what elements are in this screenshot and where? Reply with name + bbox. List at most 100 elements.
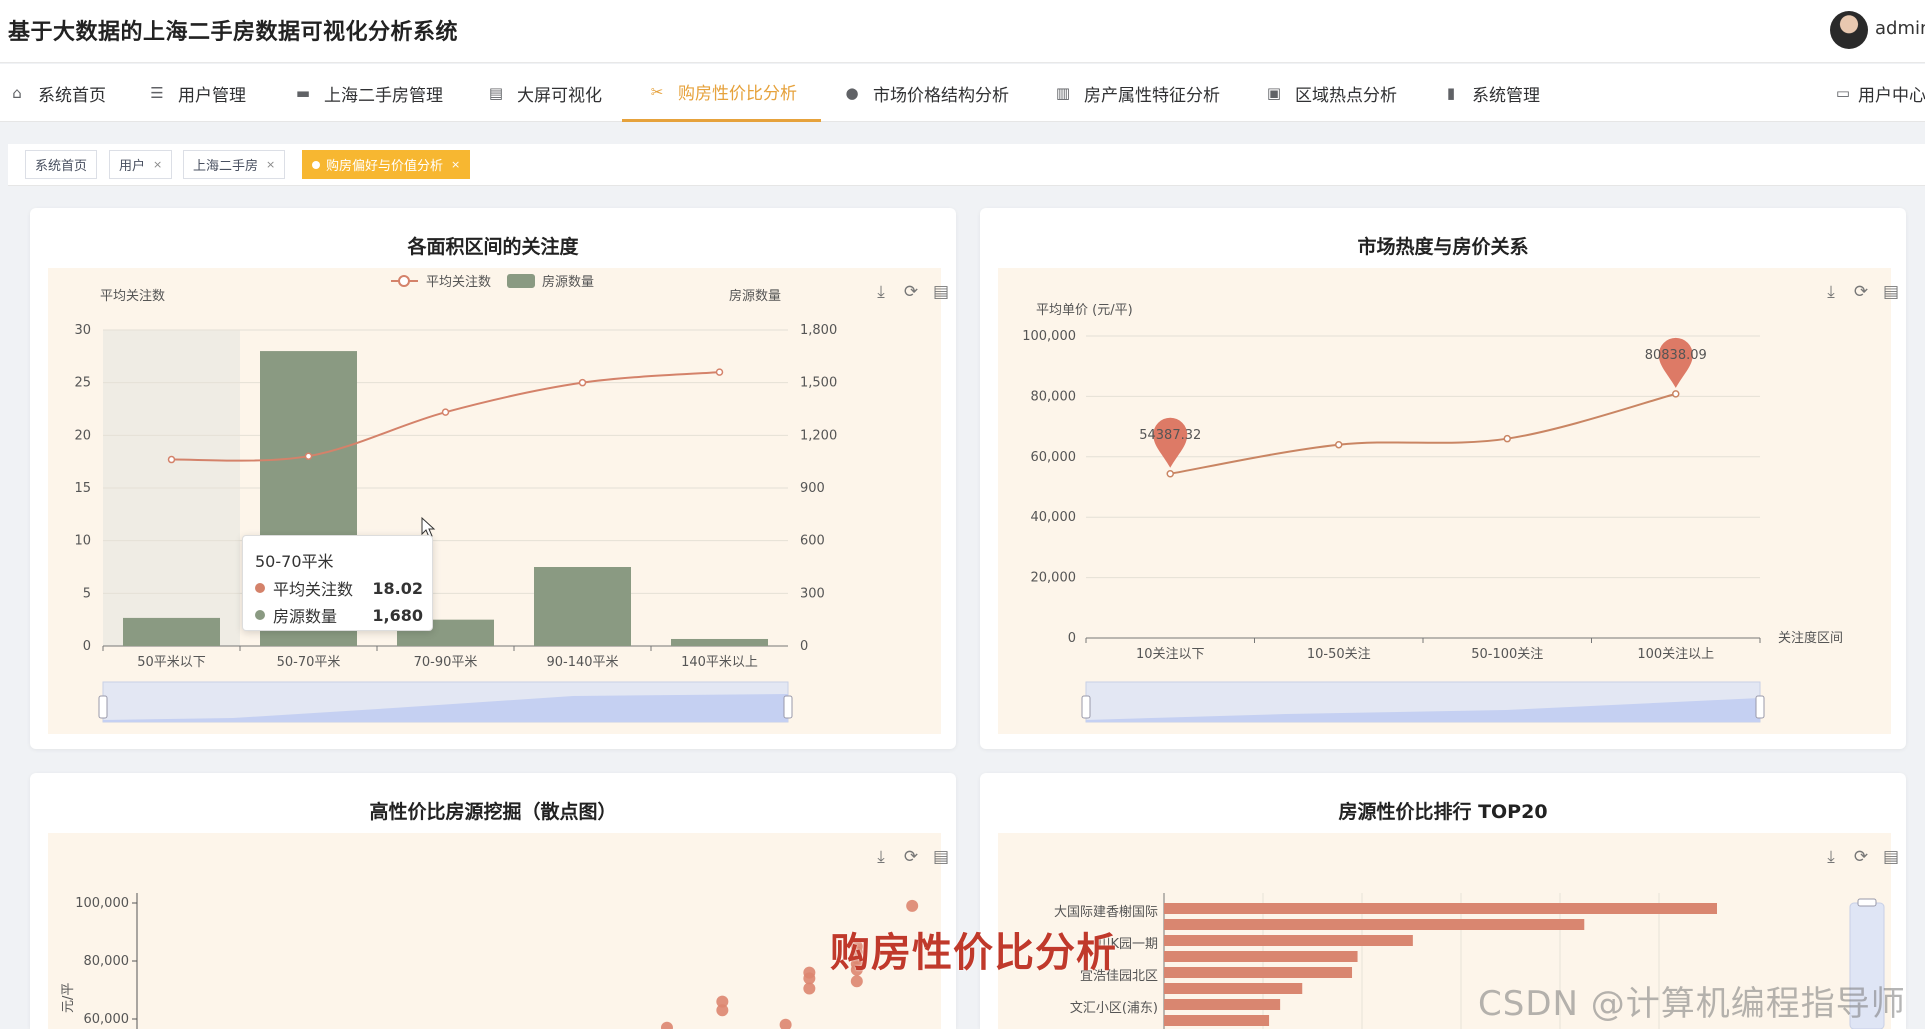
- lightbulb-icon: ●: [845, 84, 859, 102]
- mark-point-label: 54387.32: [1139, 428, 1201, 443]
- legend-bar-swatch: [507, 274, 535, 288]
- data-zoom-handle: [1081, 695, 1091, 719]
- nav-item-home[interactable]: ⌂ 系统首页: [8, 64, 106, 122]
- series-dot-icon: [255, 583, 265, 593]
- ticket-icon: ✂: [650, 82, 664, 101]
- y-left-tick-label: 25: [74, 376, 91, 391]
- chart-heat-price: ⤓ ⟳ ▤ 0 20,000 40,000 60,000 80,000 100,000 平均…: [998, 268, 1899, 734]
- nav-item-property-attributes[interactable]: ▥ 房产属性特征分析: [1054, 64, 1220, 122]
- chart-area-attention: ⤓ ⟳ ▤ 0 5 10 15 20 25 30 0 300 600 900 1,200 1,500 1,…: [48, 268, 949, 734]
- nav-item-value-analysis[interactable]: ✂ 购房性价比分析: [622, 64, 821, 122]
- data-zoom-handle: [783, 695, 793, 719]
- bar: [534, 567, 631, 646]
- nav-item-system[interactable]: ▮ 系统管理: [1442, 64, 1540, 122]
- y-right-tick-label: 0: [800, 639, 808, 654]
- tag-label: 购房偏好与价值分析: [326, 159, 444, 174]
- card-area-attention: 各面积区间的关注度 ⤓ ⟳ ▤ 0 5 10 15 20 25 30 0 300 600 900 1,…: [30, 208, 956, 749]
- x-tick-label: 90-140平米: [546, 655, 618, 670]
- tooltip-series-value: 18.02: [372, 578, 423, 598]
- card-title: 房源性价比排行 TOP20: [1338, 801, 1548, 823]
- briefcase-icon: ▬: [295, 84, 311, 102]
- y-tick-label: 文汇小区(浦东): [1070, 1001, 1158, 1016]
- y-tick-label: 60,000: [1031, 450, 1077, 465]
- line-point: [441, 408, 450, 416]
- data-zoom-handle: [1857, 898, 1877, 907]
- y-left-axis-label: 平均关注数: [100, 289, 165, 304]
- clipboard-icon: ▤: [488, 84, 504, 102]
- tag-users[interactable]: 用户 ×: [109, 150, 173, 179]
- nav-label: 系统首页: [38, 85, 106, 106]
- bar: [1164, 983, 1303, 994]
- nav-label: 市场价格结构分析: [873, 85, 1009, 106]
- bar: [1164, 903, 1717, 914]
- line-point: [578, 378, 587, 387]
- nav-item-user-center[interactable]: ▭ 用户中心: [1834, 64, 1925, 122]
- legend-label: 房源数量: [542, 274, 594, 290]
- avatar[interactable]: [1830, 11, 1868, 49]
- x-tick-label: 140平米以上: [681, 655, 758, 670]
- list-icon: ☰: [150, 84, 164, 102]
- app-title: 基于大数据的上海二手房数据可视化分析系统: [8, 20, 459, 45]
- tags-view: 系统首页 用户 × 上海二手房 × 购房偏好与价值分析 ×: [8, 144, 1925, 186]
- scatter-point: [660, 1021, 673, 1029]
- user-name[interactable]: admin: [1875, 18, 1925, 39]
- nav-item-region-hotspot[interactable]: ▣ 区域热点分析: [1265, 64, 1397, 122]
- nav-label: 上海二手房管理: [324, 85, 443, 106]
- legend-label: 平均关注数: [426, 275, 491, 290]
- monitor-icon: ▣: [1266, 84, 1282, 102]
- tooltip-series-name: 平均关注数: [273, 580, 354, 599]
- nav-item-price-structure[interactable]: ● 市场价格结构分析: [843, 64, 1009, 122]
- y-axis-label: 平均单价 (元/平): [1036, 303, 1133, 318]
- active-dot-icon: [312, 160, 320, 169]
- nav-item-users[interactable]: ☰ 用户管理: [148, 64, 246, 122]
- x-tick-label: 70-90平米: [414, 655, 478, 670]
- y-left-tick-label: 20: [74, 428, 91, 443]
- y-tick-label: 大国际建香榭国际: [1054, 904, 1158, 920]
- line-point: [1166, 470, 1174, 478]
- card-title: 市场热度与房价关系: [1357, 236, 1529, 258]
- series-dot-icon: [255, 610, 265, 620]
- y-tick-label: 100,000: [1022, 329, 1076, 344]
- line-point: [167, 455, 176, 464]
- line-series: [171, 371, 720, 462]
- x-tick-label: 100关注以上: [1637, 647, 1714, 662]
- close-icon[interactable]: ×: [451, 158, 460, 171]
- card-scatter: 高性价比房源挖掘（散点图） ⤓ ⟳ ▤ 100,000 80,000 60,000 元…: [30, 773, 956, 1029]
- y-right-tick-label: 900: [800, 481, 825, 496]
- y-left-tick-label: 0: [83, 639, 91, 654]
- legend-line-marker: [398, 275, 410, 287]
- scatter-point: [906, 899, 919, 912]
- line-point: [715, 368, 724, 376]
- close-icon[interactable]: ×: [266, 158, 275, 171]
- y-tick-label: 80,000: [1031, 389, 1077, 404]
- tag-value-analysis[interactable]: 购房偏好与价值分析 ×: [302, 150, 471, 179]
- nav-item-house-management[interactable]: ▬ 上海二手房管理: [294, 64, 443, 122]
- area-attention-svg: 05101520253003006009001,2001,5001,800平均关…: [74, 274, 837, 723]
- bar: [123, 617, 220, 646]
- csdn-watermark: CSDN @计算机编程指导师: [1478, 984, 1906, 1024]
- bar: [671, 638, 768, 646]
- y-tick-label: 20,000: [1031, 571, 1077, 586]
- card-heat-price: 市场热度与房价关系 ⤓ ⟳ ▤ 0 20,000 40,000 60,000 80,00…: [980, 208, 1906, 749]
- y-tick-label: 0: [1068, 631, 1076, 646]
- card-title: 高性价比房源挖掘（散点图）: [369, 801, 617, 823]
- mark-point-label: 80838.09: [1645, 348, 1707, 363]
- line-point: [1335, 440, 1343, 449]
- line-series: [1170, 392, 1677, 475]
- scatter-point: [779, 1018, 792, 1029]
- tag-home[interactable]: 系统首页: [25, 150, 98, 179]
- y-right-tick-label: 300: [800, 586, 825, 601]
- close-icon[interactable]: ×: [153, 158, 162, 171]
- home-icon: ⌂: [12, 84, 22, 102]
- tag-label: 系统首页: [35, 159, 88, 174]
- x-tick-label: 10关注以下: [1136, 647, 1205, 662]
- scatter-point: [803, 982, 816, 995]
- y-tick-label: 100,000: [75, 896, 129, 911]
- nav-label: 用户管理: [178, 85, 246, 106]
- y-right-axis-label: 房源数量: [729, 288, 781, 304]
- nav-item-big-screen[interactable]: ▤ 大屏可视化: [487, 64, 602, 122]
- tag-house[interactable]: 上海二手房 ×: [183, 150, 286, 179]
- chart-scatter: ⤓ ⟳ ▤ 100,000 80,000 60,000 元/平: [48, 833, 949, 1029]
- chart-tooltip: 50-70平米 平均关注数 18.02 房源数量 1,680: [242, 535, 433, 631]
- tooltip-row: 房源数量 1,680: [255, 603, 423, 627]
